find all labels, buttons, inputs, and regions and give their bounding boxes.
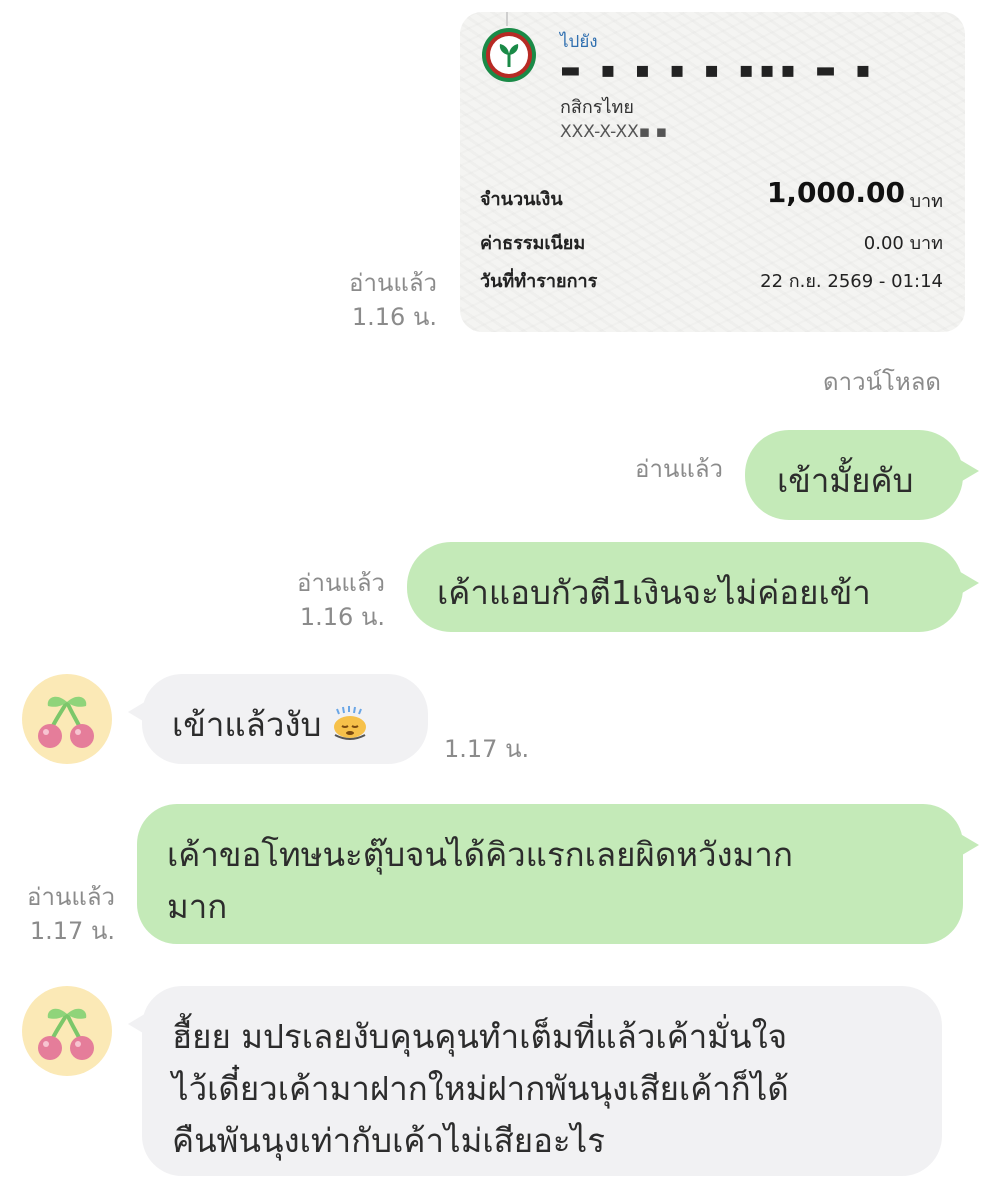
- message-text: เข้าแล้วงับ: [172, 705, 322, 744]
- bubble-tail: [128, 700, 148, 724]
- cherry-avatar-icon[interactable]: [22, 986, 112, 1076]
- message-timestamp: 1.16 น.: [299, 603, 385, 631]
- bubble-tail: [957, 570, 979, 596]
- transfer-receipt-image[interactable]: ไปยัง ▬ ▪ ▪ ▪ ▪ ▪▪▪ ▬ ▪ กสิกรไทย XXX-X-X…: [460, 12, 965, 332]
- receipt-bank-name: กสิกรไทย: [560, 97, 634, 118]
- message-3-timestamp: 1.17 น.: [444, 735, 530, 763]
- download-link[interactable]: ดาวน์โหลด: [823, 362, 941, 401]
- cherry-avatar-icon[interactable]: [22, 674, 112, 764]
- message-timestamp: 1.16 น.: [351, 303, 437, 331]
- message-2-meta: อ่านแล้ว 1.16 น.: [297, 566, 385, 634]
- receipt-amount-value: 1,000.00: [766, 176, 905, 209]
- read-receipt-label: อ่านแล้ว: [27, 883, 115, 911]
- outgoing-message-bubble[interactable]: เค้าแอบกัวตี1เงินจะไม่ค่อยเข้า: [407, 542, 979, 632]
- read-receipt-label: อ่านแล้ว: [297, 569, 385, 597]
- message-1-meta: อ่านแล้ว: [635, 452, 723, 486]
- message-text-line: ฮื้ยย มปรเลยงับคุนคุนทำเต็มที่แล้วเค้ามั…: [172, 1017, 788, 1056]
- receipt-account-number: XXX-X-XX▪ ▪: [560, 122, 668, 142]
- bubble-tail: [128, 1012, 148, 1036]
- receipt-amount-label: จำนวนเงิน: [480, 189, 563, 210]
- receipt-to-label: ไปยัง: [560, 32, 598, 52]
- receipt-top-divider: [506, 12, 508, 26]
- kasikorn-logo-icon: [482, 28, 536, 82]
- message-4-meta: อ่านแล้ว 1.17 น.: [27, 880, 115, 948]
- incoming-message-bubble[interactable]: ฮื้ยย มปรเลยงับคุนคุนทำเต็มที่แล้วเค้ามั…: [128, 986, 942, 1176]
- message-text: เข้ามั้ยคับ: [777, 461, 914, 500]
- message-text-line: เค้าขอโทษนะตุ๊บจนได้คิวแรกเลยผิดหวังมาก: [167, 835, 793, 874]
- receipt-date-value: 22 ก.ย. 2569 - 01:14: [760, 271, 943, 292]
- message-text-line: คืนพันนุงเท่ากับเค้าไม่เสียอะไร: [172, 1121, 605, 1160]
- receipt-amount-unit: บาท: [909, 191, 943, 212]
- message-text: เค้าแอบกัวตี1เงินจะไม่ค่อยเข้า: [437, 573, 871, 612]
- receipt-message-meta: อ่านแล้ว 1.16 น.: [349, 266, 437, 334]
- read-receipt-label: อ่านแล้ว: [349, 269, 437, 297]
- outgoing-message-bubble[interactable]: เค้าขอโทษนะตุ๊บจนได้คิวแรกเลยผิดหวังมาก …: [137, 804, 979, 944]
- receipt-date-label: วันที่ทำรายการ: [480, 271, 598, 292]
- receipt-recipient-name: ▬ ▪ ▪ ▪ ▪ ▪▪▪ ▬ ▪: [560, 58, 877, 83]
- outgoing-message-bubble[interactable]: เข้ามั้ยคับ: [745, 430, 979, 520]
- message-text-line: มาก: [167, 887, 228, 926]
- sweating-face-icon: [329, 705, 371, 749]
- read-receipt-label: อ่านแล้ว: [635, 455, 723, 483]
- incoming-message-bubble[interactable]: เข้าแล้วงับ: [128, 674, 428, 764]
- bubble-tail: [957, 458, 979, 484]
- bubble-tail: [957, 832, 979, 858]
- receipt-fee-label: ค่าธรรมเนียม: [480, 233, 586, 254]
- message-text-line: ไว้เดี๋ยวเค้ามาฝากใหม่ฝากพันนุงเสียเค้าก…: [172, 1069, 789, 1108]
- receipt-fee-value: 0.00 บาท: [863, 233, 943, 254]
- message-text-row: เข้าแล้วงับ: [172, 698, 371, 751]
- message-timestamp: 1.17 น.: [29, 917, 115, 945]
